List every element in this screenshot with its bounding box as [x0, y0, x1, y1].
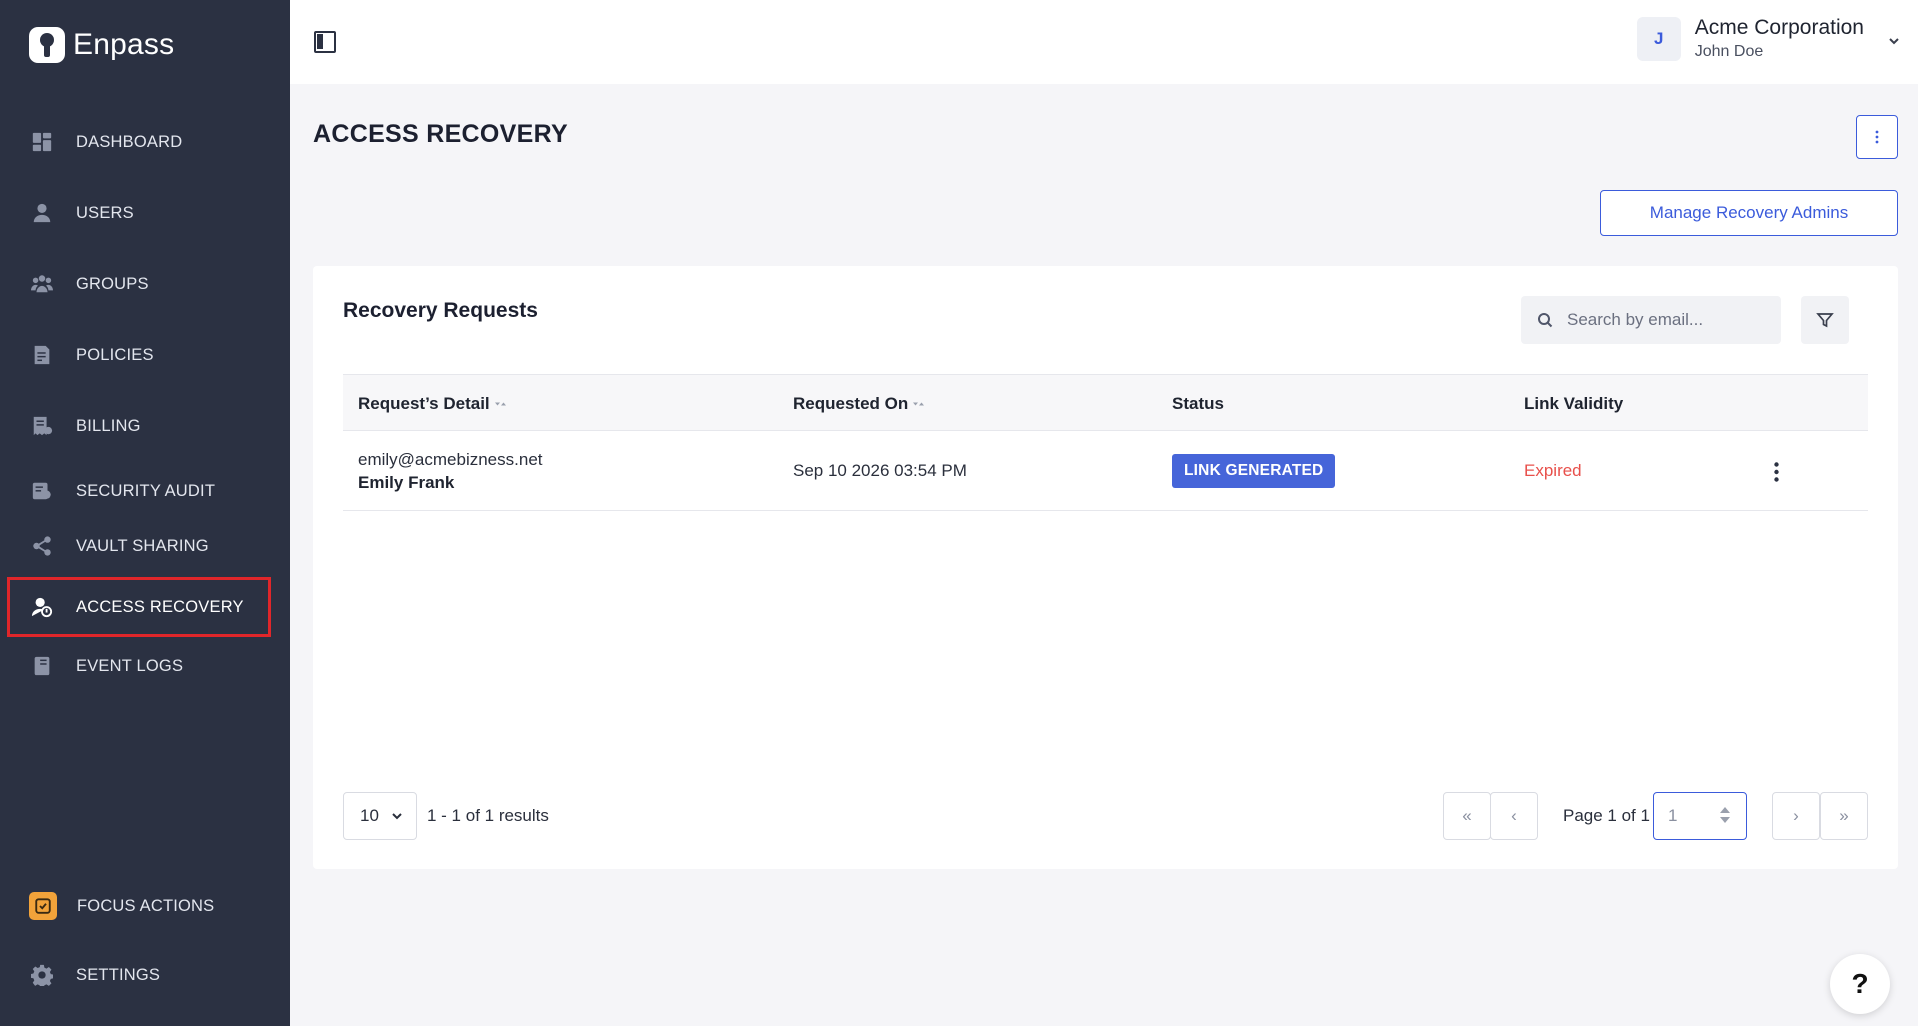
share-icon	[30, 534, 54, 558]
column-header-requested-on[interactable]: Requested On	[793, 375, 925, 432]
link-validity: Expired	[1524, 461, 1582, 480]
table-header: Request’s Detail Requested On Status Lin…	[343, 374, 1868, 431]
card-title: Recovery Requests	[343, 299, 538, 322]
sidebar-item-label: GROUPS	[76, 274, 149, 293]
search-input[interactable]	[1567, 310, 1767, 330]
sidebar-item-label: BILLING	[76, 416, 141, 435]
request-name: Emily Frank	[358, 472, 455, 492]
chevron-down-icon	[392, 813, 402, 820]
page-title: ACCESS RECOVERY	[313, 120, 569, 148]
sidebar-item-label: ACCESS RECOVERY	[76, 597, 244, 616]
focus-actions-icon	[29, 892, 57, 920]
gear-icon	[30, 963, 54, 987]
chevron-down-icon	[1888, 34, 1899, 44]
column-header-link-validity: Link Validity	[1524, 393, 1624, 413]
last-page-button[interactable]: »	[1820, 792, 1868, 840]
policy-icon	[30, 343, 54, 367]
group-icon	[30, 272, 54, 296]
manage-recovery-admins-button[interactable]: Manage Recovery Admins	[1600, 190, 1898, 236]
sidebar-item-security-audit[interactable]: SECURITY AUDIT	[10, 464, 268, 518]
sidebar-item-settings[interactable]: SETTINGS	[10, 948, 268, 1002]
sidebar-item-users[interactable]: USERS	[10, 186, 268, 240]
user-name: John Doe	[1694, 43, 1764, 60]
table-row: emily@acmebizness.net Emily Frank Sep 10…	[343, 431, 1868, 511]
sidebar-toggle-icon[interactable]	[314, 31, 336, 53]
column-header-request-detail[interactable]: Request’s Detail	[358, 375, 507, 432]
organization-name: Acme Corporation	[1694, 16, 1864, 39]
sidebar-item-policies[interactable]: POLICIES	[10, 328, 268, 382]
enpass-logo-icon	[29, 27, 65, 63]
sidebar-item-event-logs[interactable]: EVENT LOGS	[10, 639, 268, 693]
access-recovery-icon	[30, 595, 54, 619]
sidebar-item-vault-sharing[interactable]: VAULT SHARING	[10, 519, 268, 573]
sidebar-item-label: SETTINGS	[76, 965, 161, 984]
event-log-icon	[30, 654, 54, 678]
sidebar-item-focus-actions[interactable]: FOCUS ACTIONS	[10, 879, 268, 933]
sidebar-item-label: USERS	[76, 203, 134, 222]
page-size-select[interactable]: 10	[343, 792, 417, 840]
sidebar-item-dashboard[interactable]: DASHBOARD	[10, 115, 268, 169]
app-name: Enpass	[73, 28, 175, 61]
billing-icon	[30, 414, 54, 438]
sidebar-item-label: POLICIES	[76, 345, 154, 364]
page-indicator: Page 1 of 1	[1563, 806, 1650, 825]
requested-on: Sep 10 2026 03:54 PM	[793, 461, 967, 480]
sidebar-item-label: FOCUS ACTIONS	[77, 896, 215, 915]
stepper-icon	[1720, 807, 1730, 823]
sidebar: Enpass DASHBOARD USERS GROUPS POLICIES B…	[0, 0, 290, 1026]
avatar: J	[1636, 16, 1681, 61]
status-badge: LINK GENERATED	[1172, 454, 1336, 488]
results-count: 1 - 1 of 1 results	[427, 806, 549, 825]
search-box	[1521, 296, 1781, 344]
help-button[interactable]: ?	[1830, 954, 1890, 1014]
sidebar-item-billing[interactable]: BILLING	[10, 399, 268, 453]
kebab-icon	[1875, 130, 1879, 144]
filter-button[interactable]	[1801, 296, 1849, 344]
more-options-button[interactable]	[1856, 115, 1898, 159]
user-icon	[30, 201, 54, 225]
search-icon	[1538, 313, 1553, 328]
sidebar-item-label: EVENT LOGS	[76, 656, 184, 675]
top-bar: J Acme Corporation John Doe	[290, 0, 1918, 84]
filter-icon	[1816, 313, 1834, 328]
sidebar-item-access-recovery[interactable]: ACCESS RECOVERY	[7, 577, 271, 637]
first-page-button[interactable]: «	[1443, 792, 1491, 840]
row-actions-button[interactable]	[1772, 461, 1780, 483]
security-audit-icon	[30, 479, 54, 503]
sort-icon	[913, 400, 925, 408]
dashboard-icon	[30, 130, 54, 154]
sidebar-item-groups[interactable]: GROUPS	[10, 257, 268, 311]
sidebar-item-label: SECURITY AUDIT	[76, 481, 216, 500]
account-switcher[interactable]: J Acme Corporation John Doe	[1636, 16, 1899, 61]
sidebar-item-label: VAULT SHARING	[76, 536, 209, 555]
recovery-requests-card: Recovery Requests Request’s Detail Reque…	[313, 266, 1898, 869]
request-email: emily@acmebizness.net	[358, 449, 543, 469]
kebab-icon	[1773, 462, 1779, 482]
sort-icon	[494, 400, 507, 408]
sidebar-item-label: DASHBOARD	[76, 132, 183, 151]
column-header-status: Status	[1172, 393, 1224, 413]
recovery-requests-table: Request’s Detail Requested On Status Lin…	[343, 374, 1868, 511]
next-page-button[interactable]: ›	[1772, 792, 1820, 840]
previous-page-button[interactable]: ‹	[1490, 792, 1538, 840]
page-number-input[interactable]: 1	[1653, 792, 1747, 840]
enpass-logo[interactable]: Enpass	[29, 27, 174, 63]
